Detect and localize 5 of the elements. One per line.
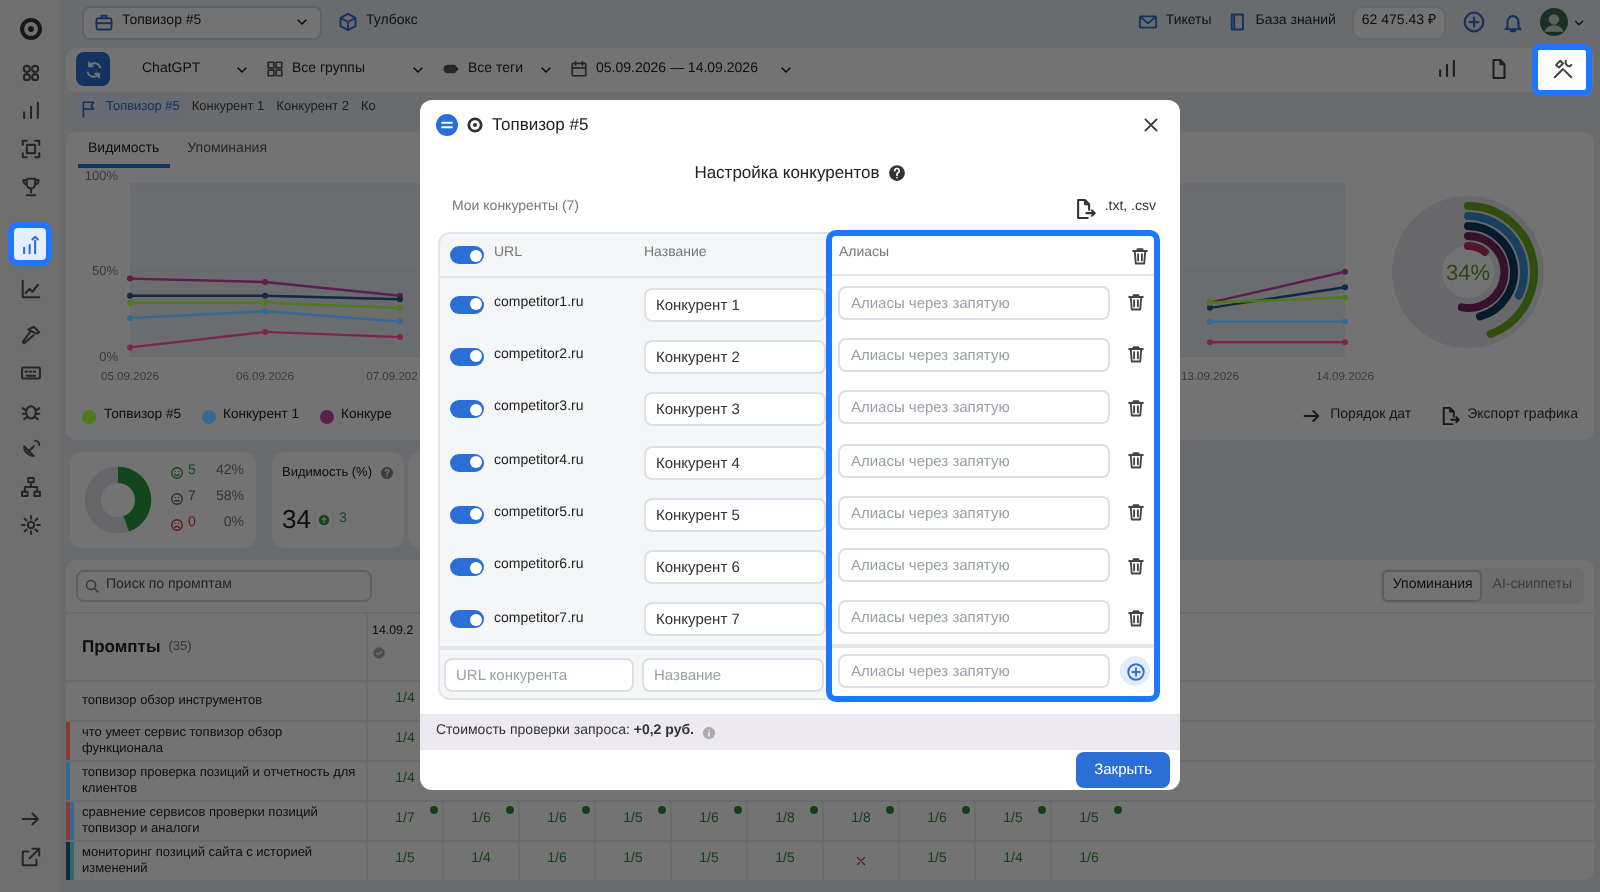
column-title: Промпты [82,636,161,658]
modal-title: Топвизор #5 [492,111,589,137]
percent-value: 34% [1445,262,1491,287]
visibility-value: 34 [282,502,311,539]
dialog-heading: Настройка конкурентов [694,159,880,185]
